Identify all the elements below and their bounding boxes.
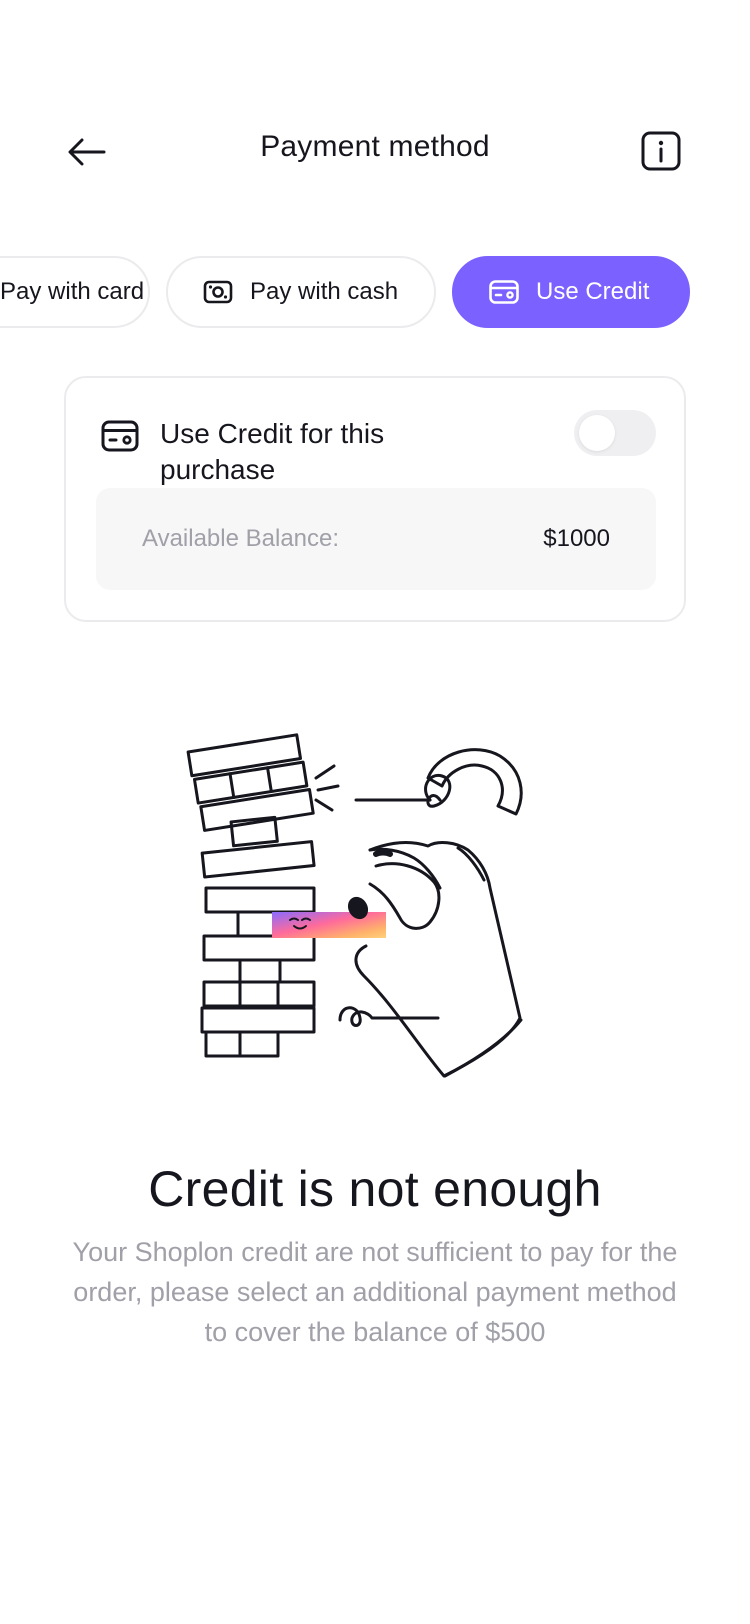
payment-method-screen: Payment method Pay with card Pay with ca… [0, 0, 750, 1624]
tab-pay-with-card[interactable]: Pay with card [0, 256, 150, 328]
tab-label: Pay with card [0, 278, 145, 305]
cash-icon [202, 276, 234, 308]
use-credit-toggle[interactable] [574, 410, 656, 456]
credit-card-icon [100, 416, 140, 456]
toggle-knob [579, 415, 615, 451]
tab-pay-with-cash[interactable]: Pay with cash [166, 256, 436, 328]
credit-panel: Use Credit for this purchase Available B… [64, 376, 686, 622]
credit-card-icon [488, 276, 520, 308]
info-icon [641, 131, 681, 171]
payment-tabs: Pay with card Pay with cash Use Credit [0, 256, 750, 328]
jenga-illustration [180, 730, 570, 1090]
use-credit-label: Use Credit for this purchase [160, 418, 385, 485]
arrow-left-icon [68, 138, 106, 166]
balance-label: Available Balance: [142, 525, 340, 552]
credit-not-enough-title: Credit is not enough [148, 1161, 602, 1217]
balance-value: $1000 [543, 525, 610, 552]
back-button[interactable] [60, 128, 114, 176]
available-balance: Available Balance: $1000 [96, 488, 656, 590]
tab-label: Use Credit [536, 278, 650, 305]
tab-label: Pay with cash [250, 278, 399, 305]
info-button[interactable] [640, 130, 682, 172]
tab-use-credit[interactable]: Use Credit [452, 256, 690, 328]
credit-not-enough-description: Your Shoplon credit are not sufficient t… [72, 1237, 678, 1347]
